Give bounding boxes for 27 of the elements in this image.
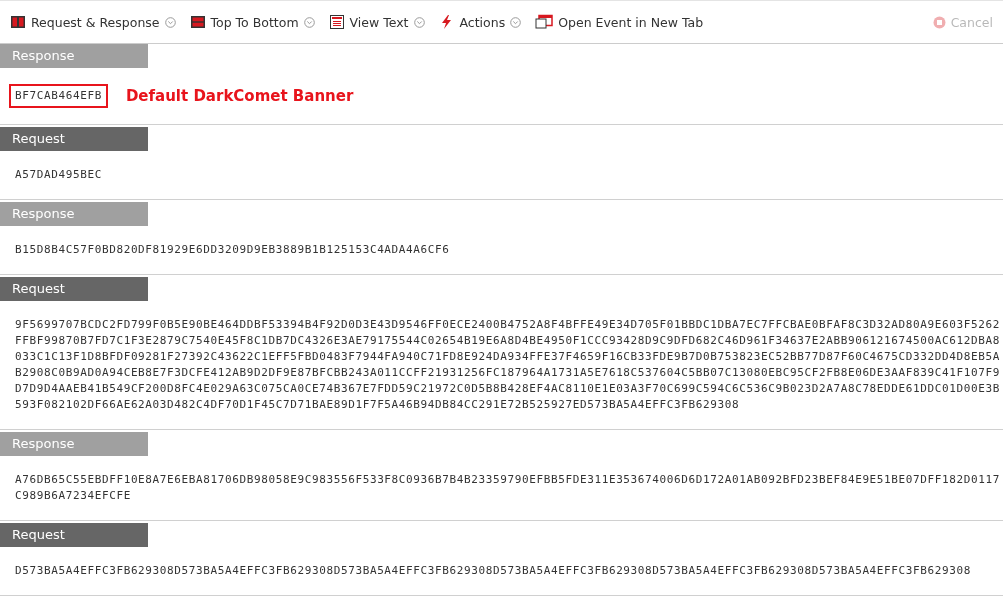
stop-icon (932, 15, 946, 29)
hex-data: D573BA5A4EFFC3FB629308D573BA5A4EFFC3FB629308D573BA5A4EFFC3FB629308D573BA5A4EFFC3FB629308D573BA5A4EFFC3FB629308D573BA5A4EFFC3FB629308 (15, 563, 972, 579)
toolbar-button[interactable]: Open Event in New Tab (535, 14, 704, 30)
toolbar-button[interactable]: Top To Bottom (189, 14, 315, 30)
caret-icon (413, 16, 425, 28)
annotation-label: Default DarkComet Banner (125, 87, 354, 105)
section-header: Request (0, 277, 148, 301)
toolbar-button[interactable]: Actions (438, 14, 522, 30)
caret-icon (303, 16, 315, 28)
document-icon (328, 14, 345, 30)
hex-data: B15D8B4C57F0BD820DF81929E6DD3209D9EB3889B1B125153C4ADA4A6CF6 (15, 242, 450, 258)
section-header: Response (0, 432, 148, 456)
section-header: Response (0, 44, 148, 68)
hex-data: A76DB65C55EBDFF10E8A7E6EBA81706DB98058E9C983556F533F8C0936B7B4B23359790EFBB5FDE311E353674006D6D172A01AB092BFD23BEF84E9E51BE07DFF182D0117C989B6A7234EFCFE (15, 472, 1001, 504)
caret-icon (164, 16, 176, 28)
section-header: Request (0, 523, 148, 547)
toolbar-button[interactable]: View Text (328, 14, 425, 30)
caret-icon (510, 16, 522, 28)
columns-icon (10, 14, 26, 30)
section-header: Request (0, 127, 148, 151)
hex-data: A57DAD495BEC (15, 167, 102, 183)
hex-data: 9F5699707BCDC2FD799F0B5E90BE464DDBF53394B4F92D0D3E43D9546FF0ECE2400B4752A8F4BFFE49E34D705F01BBDC1DBA7EC7FFCBAE0BFAF8C3D32AD80A9E603F5262FFBF99870B7FD7C1F3E2879C7540E45F8C1DB7DC4326E3AE79175544C02654B19E6A8D4BE4950F1CCC93428D9C9DFD682C46D961F34637E2ABB906121674500AC612DBA8033C1C13F1D8BFDF09281F27392C43622C1EFF5FBD0483F7944FA940C71FD8E924DA934FFE37F4659F16CB33FDE9B7D0B753823EC52BB77D87F60C4675CD332DD4D8EB5AB2908C0B9AD0A94CEB8E7F3DCFE412AB9D2DF9E87BFCBB243A011CCFF21931256FC187964A1731A5E7618C537604C5BB07C13080EBC95CF2FB8E06DE3AAF839C41F107F9D7D9D4AAEB41B549CF200D8FC4E029A63C075CA0CE74B367E7FDD59C21972C0D5B8B428EF4AC8110E1E03A3F70C699C594C6C536C9B023D2A7A8C78EDDE61DDC01D00E3B593F082102DF66AE62A03D482C4DF70D1F45C7D71BAE89D1F7F5A46B94DB84CC291E72B525927ED573BA5A4EFFC3FB629308 (15, 317, 1001, 413)
toolbar-button[interactable]: Request & Response (10, 14, 176, 30)
new-window-icon (535, 14, 554, 30)
hex-data: BF7CAB464EFB (9, 84, 108, 108)
section-header: Response (0, 202, 148, 226)
rows-icon (189, 14, 206, 30)
